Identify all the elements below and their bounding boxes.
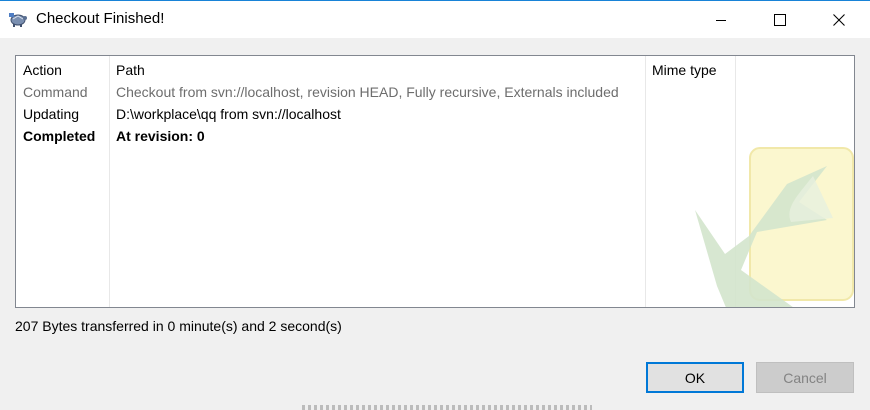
column-header-mime-type[interactable]: Mime type [652,62,717,78]
results-list[interactable]: Action Path Mime type Command Checkout f… [15,55,855,308]
minimize-button[interactable] [692,1,750,38]
row-path: At revision: 0 [116,128,205,144]
row-path: D:\workplace\qq from svn://localhost [116,106,341,122]
window-title: Checkout Finished! [36,10,165,27]
title-bar: Checkout Finished! [0,1,870,38]
tortoise-icon [9,13,27,27]
column-divider [109,56,110,307]
column-header-action[interactable]: Action [23,62,62,78]
close-button[interactable] [810,1,868,38]
minimize-icon [716,19,726,21]
background-artifact [302,405,592,410]
cancel-button[interactable]: Cancel [756,362,854,393]
maximize-icon [774,13,786,26]
column-divider [735,56,736,307]
ok-button[interactable]: OK [646,362,744,393]
column-divider [645,56,646,307]
maximize-button[interactable] [751,1,809,38]
checkout-dialog: Checkout Finished! Action Path Mime type… [0,0,870,410]
row-action: Updating [23,106,80,122]
column-header-path[interactable]: Path [116,62,145,78]
transfer-status: 207 Bytes transferred in 0 minute(s) and… [15,318,342,334]
row-action: Completed [23,128,96,144]
row-action: Command [23,84,88,100]
close-icon [833,13,845,26]
row-path: Checkout from svn://localhost, revision … [116,84,619,100]
checkmark-watermark-icon [695,147,854,307]
